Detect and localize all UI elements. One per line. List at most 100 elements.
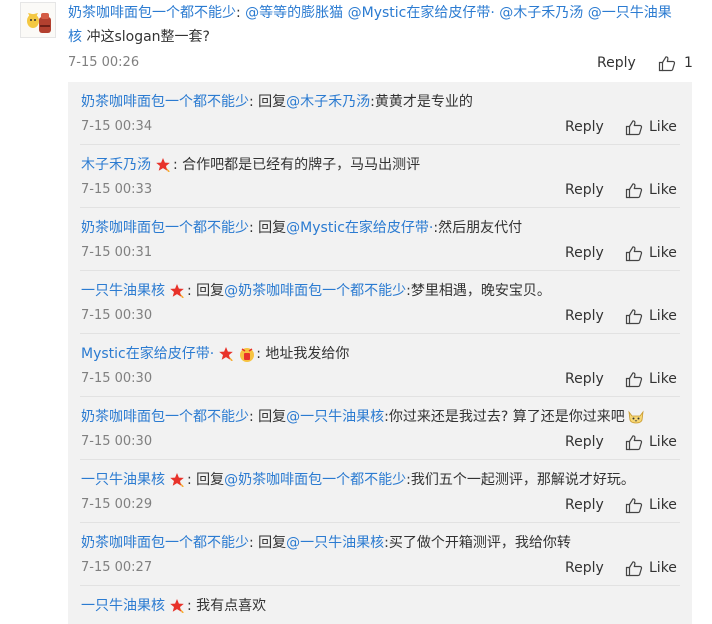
reply-meta: 7-15 00:30 Reply Like: [81, 432, 677, 452]
reply-text-line: 奶茶咖啡面包一个都不能少: 回复 @一只牛油果核:买了做个开箱测评，我给你转: [81, 533, 571, 553]
reply-mention[interactable]: @一只牛油果核: [286, 407, 384, 427]
timestamp: 7-15 00:34: [81, 119, 153, 134]
like-button[interactable]: Like: [625, 369, 677, 389]
star-badge-icon: [170, 599, 184, 613]
reply-author[interactable]: 奶茶咖啡面包一个都不能少: [81, 218, 249, 238]
reply-item: 一只牛油果核 : 回复 @奶茶咖啡面包一个都不能少:梦里相遇，晚安宝贝。 7-15…: [68, 271, 692, 334]
reply-mention[interactable]: @木子禾乃汤: [286, 92, 370, 112]
colon: :: [249, 535, 254, 551]
timestamp: 7-15 00:33: [81, 182, 153, 197]
colon: :: [249, 220, 254, 236]
reply-mention[interactable]: @Mystic在家给皮仔带·: [286, 218, 433, 238]
timestamp: 7-15 00:31: [81, 245, 153, 260]
reply-mention[interactable]: @一只牛油果核: [286, 533, 384, 553]
reply-button[interactable]: Reply: [565, 558, 604, 578]
reply-prefix: 回复: [258, 409, 287, 425]
reply-text-line: 木子禾乃汤 : 合作吧都是已经有的牌子，马马出测评: [81, 155, 420, 175]
reply-button[interactable]: Reply: [565, 243, 604, 263]
top-comment-body: 奶茶咖啡面包一个都不能少: @等等的膨胀猫 @Mystic在家给皮仔带· @木子…: [68, 1, 698, 49]
reply-prefix: 回复: [258, 94, 287, 110]
reply-button[interactable]: Reply: [565, 432, 604, 452]
reply-mention[interactable]: @奶茶咖啡面包一个都不能少: [224, 281, 406, 301]
reply-content: :黄黄才是专业的: [370, 94, 473, 110]
reply-author[interactable]: 奶茶咖啡面包一个都不能少: [81, 407, 249, 427]
reply-button[interactable]: Reply: [565, 306, 604, 326]
reply-text-line: 一只牛油果核 : 回复 @奶茶咖啡面包一个都不能少:我们五个一起测评，那解说才好玩…: [81, 470, 635, 490]
like-button[interactable]: Like: [625, 117, 677, 137]
reply-content: :你过来还是我过去? 算了还是你过来吧: [384, 409, 625, 425]
like-label: Like: [649, 308, 677, 324]
colon: :: [236, 5, 241, 21]
star-badge-icon: [156, 158, 170, 172]
reply-button[interactable]: Reply: [565, 369, 604, 389]
mentions[interactable]: @等等的膨胀猫 @Mystic在家给皮仔带· @木子禾乃汤 @一只牛油果: [245, 5, 672, 21]
reply-author[interactable]: 一只牛油果核: [81, 281, 165, 301]
reply-meta: 7-15 00:29 Reply Like: [81, 495, 677, 515]
thumbs-up-icon: [658, 55, 676, 71]
like-button[interactable]: 1: [658, 53, 693, 73]
reply-author[interactable]: Mystic在家给皮仔带·: [81, 344, 214, 364]
like-button[interactable]: Like: [625, 306, 677, 326]
timestamp: 7-15 00:30: [81, 434, 153, 449]
like-label: Like: [649, 434, 677, 450]
like-label: Like: [649, 560, 677, 576]
reply-author[interactable]: 奶茶咖啡面包一个都不能少: [81, 533, 249, 553]
timestamp: 7-15 00:27: [81, 560, 153, 575]
like-button[interactable]: Like: [625, 180, 677, 200]
reply-button[interactable]: Reply: [565, 117, 604, 137]
thumbs-up-icon: [625, 497, 643, 513]
top-comment-meta: 7-15 00:26 Reply 1: [0, 53, 712, 73]
colon: :: [187, 598, 192, 614]
reply-button[interactable]: Reply: [565, 180, 604, 200]
thumbs-up-icon: [625, 119, 643, 135]
thumbs-up-icon: [625, 245, 643, 261]
mention-continuation[interactable]: 核: [68, 29, 82, 45]
like-button[interactable]: Like: [625, 243, 677, 263]
star-badge-icon: [219, 347, 234, 361]
like-label: Like: [649, 119, 677, 135]
like-label: Like: [649, 497, 677, 513]
cat-emoji-icon: [628, 410, 644, 424]
colon: :: [249, 94, 254, 110]
reply-button[interactable]: Reply: [565, 495, 604, 515]
reply-text-line: 奶茶咖啡面包一个都不能少: 回复 @一只牛油果核:你过来还是我过去? 算了还是你过…: [81, 407, 645, 427]
top-comment: 奶茶咖啡面包一个都不能少: @等等的膨胀猫 @Mystic在家给皮仔带· @木子…: [0, 0, 712, 82]
reply-text-line: 一只牛油果核 : 回复 @奶茶咖啡面包一个都不能少:梦里相遇，晚安宝贝。: [81, 281, 551, 301]
reply-content: :我们五个一起测评，那解说才好玩。: [406, 472, 635, 488]
comment-text: 冲这slogan整一套?: [86, 29, 210, 45]
reply-prefix: 回复: [196, 472, 225, 488]
reply-meta: 7-15 00:31 Reply Like: [81, 243, 677, 263]
comment-author[interactable]: 奶茶咖啡面包一个都不能少: [68, 5, 236, 21]
reply-prefix: 回复: [258, 220, 287, 236]
reply-text-line: 奶茶咖啡面包一个都不能少: 回复 @木子禾乃汤:黄黄才是专业的: [81, 92, 473, 112]
like-label: Like: [649, 371, 677, 387]
reply-item: 奶茶咖啡面包一个都不能少: 回复 @Mystic在家给皮仔带·:然后朋友代付 7-…: [68, 208, 692, 271]
thumbs-up-icon: [625, 434, 643, 450]
like-button[interactable]: Like: [625, 558, 677, 578]
reply-item: 奶茶咖啡面包一个都不能少: 回复 @一只牛油果核:你过来还是我过去? 算了还是你过…: [68, 397, 692, 460]
reply-mention[interactable]: @奶茶咖啡面包一个都不能少: [224, 470, 406, 490]
fan-emoji-icon: [240, 348, 255, 362]
reply-item: 奶茶咖啡面包一个都不能少: 回复 @一只牛油果核:买了做个开箱测评，我给你转 7-…: [68, 523, 692, 586]
reply-text-line: 一只牛油果核 : 我有点喜欢: [81, 596, 266, 616]
like-label: Like: [649, 245, 677, 261]
like-button[interactable]: Like: [625, 495, 677, 515]
like-label: Like: [649, 182, 677, 198]
timestamp: 7-15 00:29: [81, 497, 153, 512]
replies-panel: 奶茶咖啡面包一个都不能少: 回复 @木子禾乃汤:黄黄才是专业的 7-15 00:3…: [68, 82, 692, 624]
reply-text-line: 奶茶咖啡面包一个都不能少: 回复 @Mystic在家给皮仔带·:然后朋友代付: [81, 218, 522, 238]
reply-button[interactable]: Reply: [597, 53, 636, 73]
like-button[interactable]: Like: [625, 432, 677, 452]
reply-author[interactable]: 奶茶咖啡面包一个都不能少: [81, 92, 249, 112]
colon: :: [187, 283, 192, 299]
reply-author[interactable]: 一只牛油果核: [81, 596, 165, 616]
reply-author[interactable]: 一只牛油果核: [81, 470, 165, 490]
thumbs-up-icon: [625, 308, 643, 324]
reply-content: :买了做个开箱测评，我给你转: [384, 535, 571, 551]
avatar[interactable]: [20, 2, 56, 38]
reply-meta: 7-15 00:30 Reply Like: [81, 369, 677, 389]
colon: :: [187, 472, 192, 488]
reply-author[interactable]: 木子禾乃汤: [81, 155, 151, 175]
star-badge-icon: [170, 473, 184, 487]
reply-meta: 7-15 00:34 Reply Like: [81, 117, 677, 137]
